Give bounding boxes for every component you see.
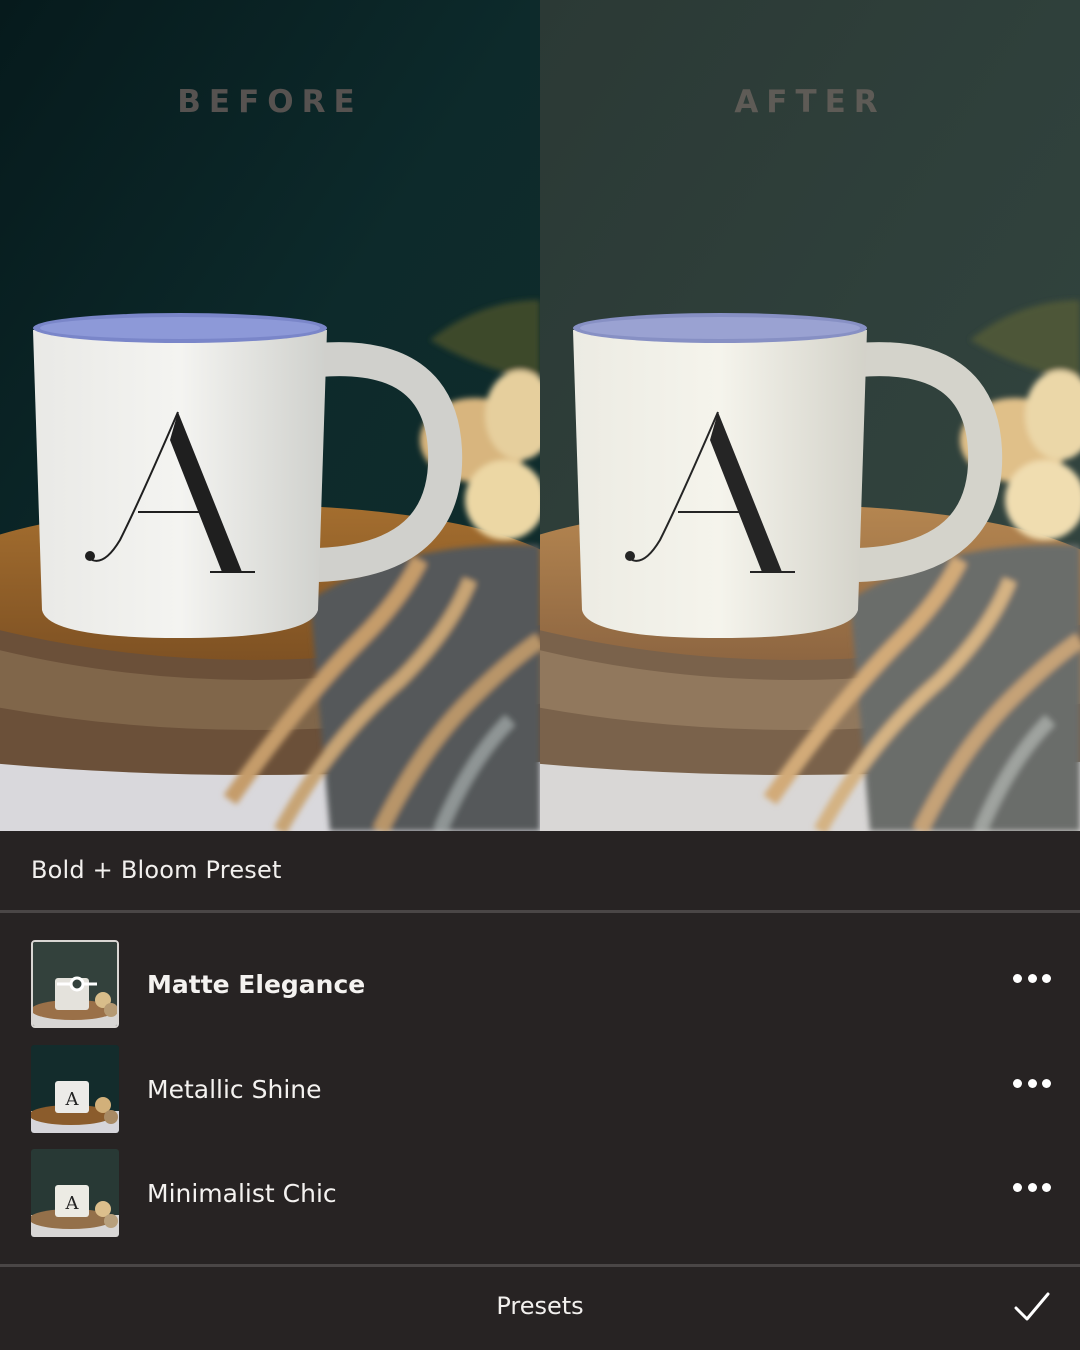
svg-text:A: A — [65, 1193, 80, 1214]
before-panel: BEFORE — [0, 0, 540, 831]
divider — [0, 1264, 1080, 1267]
thumbnail-image: A — [31, 1045, 119, 1133]
after-panel: AFTER — [540, 0, 1080, 831]
divider — [0, 910, 1080, 913]
preset-thumbnail[interactable]: A — [31, 1045, 119, 1133]
more-horizontal-icon[interactable] — [1006, 1071, 1058, 1095]
preset-name: Minimalist Chic — [147, 1179, 337, 1208]
after-label: AFTER — [734, 84, 886, 120]
presets-tab-label[interactable]: Presets — [0, 1292, 1080, 1320]
before-label: BEFORE — [177, 84, 363, 120]
more-horizontal-icon[interactable] — [1006, 1175, 1058, 1199]
after-photo — [540, 0, 1080, 831]
preset-name: Matte Elegance — [147, 970, 366, 999]
preset-pack-title: Bold + Bloom Preset — [31, 856, 282, 884]
compare-slider-icon — [57, 976, 97, 992]
preset-name: Metallic Shine — [147, 1075, 322, 1104]
before-after-comparison[interactable]: BEFORE AFTER — [0, 0, 1080, 831]
checkmark-icon[interactable] — [1010, 1288, 1054, 1326]
svg-text:A: A — [65, 1089, 80, 1110]
before-photo — [0, 0, 540, 831]
preset-item-matte-elegance[interactable]: Matte Elegance — [0, 940, 1080, 1030]
preset-item-metallic-shine[interactable]: A Metallic Shine — [0, 1045, 1080, 1135]
thumbnail-image: A — [31, 1149, 119, 1237]
preset-item-minimalist-chic[interactable]: A Minimalist Chic — [0, 1149, 1080, 1239]
more-horizontal-icon[interactable] — [1006, 966, 1058, 990]
preset-thumbnail[interactable]: A — [31, 1149, 119, 1237]
preset-thumbnail[interactable] — [31, 940, 119, 1028]
